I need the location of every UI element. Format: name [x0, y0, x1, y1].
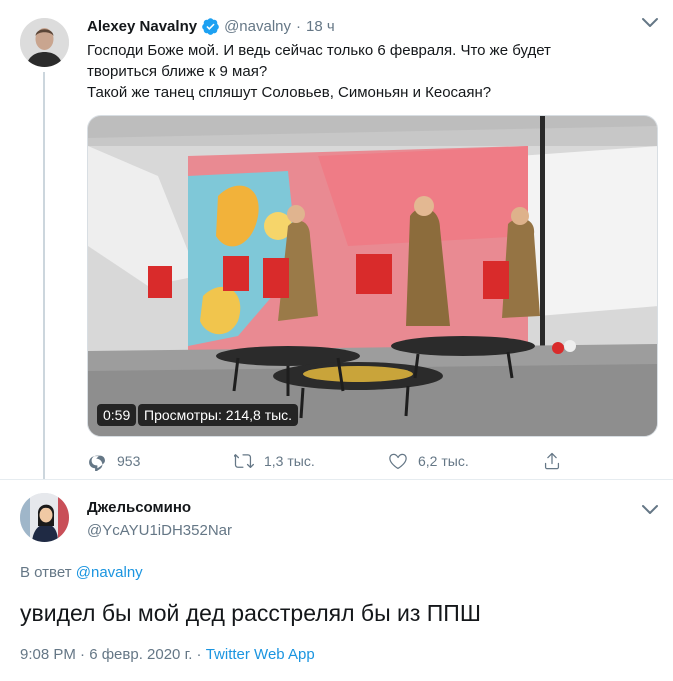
reply-author-avatar[interactable] — [20, 493, 69, 542]
source-app-link[interactable]: Twitter Web App — [206, 646, 315, 663]
retweet-count: 1,3 тыс. — [264, 453, 315, 469]
video-views-badge: Просмотры: 214,8 тыс. — [138, 404, 299, 426]
thread-connector-line — [43, 72, 45, 480]
header-separator: · — [296, 17, 302, 35]
author-avatar[interactable] — [20, 18, 69, 67]
video-frame — [88, 116, 657, 436]
verified-badge-icon — [201, 17, 220, 36]
tweet-text-line: твориться ближе к 9 мая? — [87, 63, 268, 80]
retweet-icon — [234, 454, 254, 469]
reply-text: увидел бы мой дед расстрелял бы из ППШ — [20, 600, 481, 626]
reply-metadata: 9:08 PM · 6 февр. 2020 г. · Twitter Web … — [20, 646, 315, 663]
reply-icon — [89, 455, 105, 471]
reply-timestamp[interactable]: 9:08 PM · 6 февр. 2020 г. · — [20, 646, 206, 663]
author-handle[interactable]: @navalny — [224, 18, 291, 35]
tweet-text-line: Такой же танец спляшут Соловьев, Симонья… — [87, 84, 492, 101]
like-button[interactable]: 6,2 тыс. — [388, 447, 469, 475]
chevron-down-icon[interactable] — [639, 14, 661, 32]
reply-context: В ответ @navalny — [20, 564, 143, 581]
reply-button[interactable]: 953 — [87, 447, 140, 475]
tweet-divider — [0, 479, 673, 480]
chevron-down-icon[interactable] — [639, 501, 661, 519]
video-player[interactable]: 0:59 Просмотры: 214,8 тыс. — [87, 115, 658, 437]
share-icon — [544, 452, 560, 470]
like-icon — [389, 453, 407, 470]
reply-to-prefix: В ответ — [20, 564, 72, 581]
share-button[interactable] — [542, 447, 572, 475]
original-tweet[interactable]: Alexey Navalny @navalny · 18 ч Господи Б… — [0, 0, 673, 490]
reply-count: 953 — [117, 453, 141, 469]
tweet-header: Alexey Navalny @navalny · 18 ч — [87, 15, 335, 37]
tweet-text: Господи Боже мой. И ведь сейчас только 6… — [87, 40, 647, 103]
author-name[interactable]: Alexey Navalny — [87, 18, 197, 35]
video-duration-badge: 0:59 — [97, 404, 137, 426]
reply-author-name[interactable]: Джельсомино — [87, 499, 191, 516]
reply-author-handle[interactable]: @YcAYU1iDH352Nar — [87, 522, 232, 539]
tweet-actions: 953 1,3 тыс. 6,2 тыс. — [87, 447, 567, 475]
like-count: 6,2 тыс. — [418, 453, 469, 469]
retweet-button[interactable]: 1,3 тыс. — [234, 447, 315, 475]
tweet-age[interactable]: 18 ч — [306, 18, 335, 35]
tweet-text-line: Господи Боже мой. И ведь сейчас только 6… — [87, 42, 551, 59]
reply-to-handle-link[interactable]: @navalny — [76, 564, 143, 581]
